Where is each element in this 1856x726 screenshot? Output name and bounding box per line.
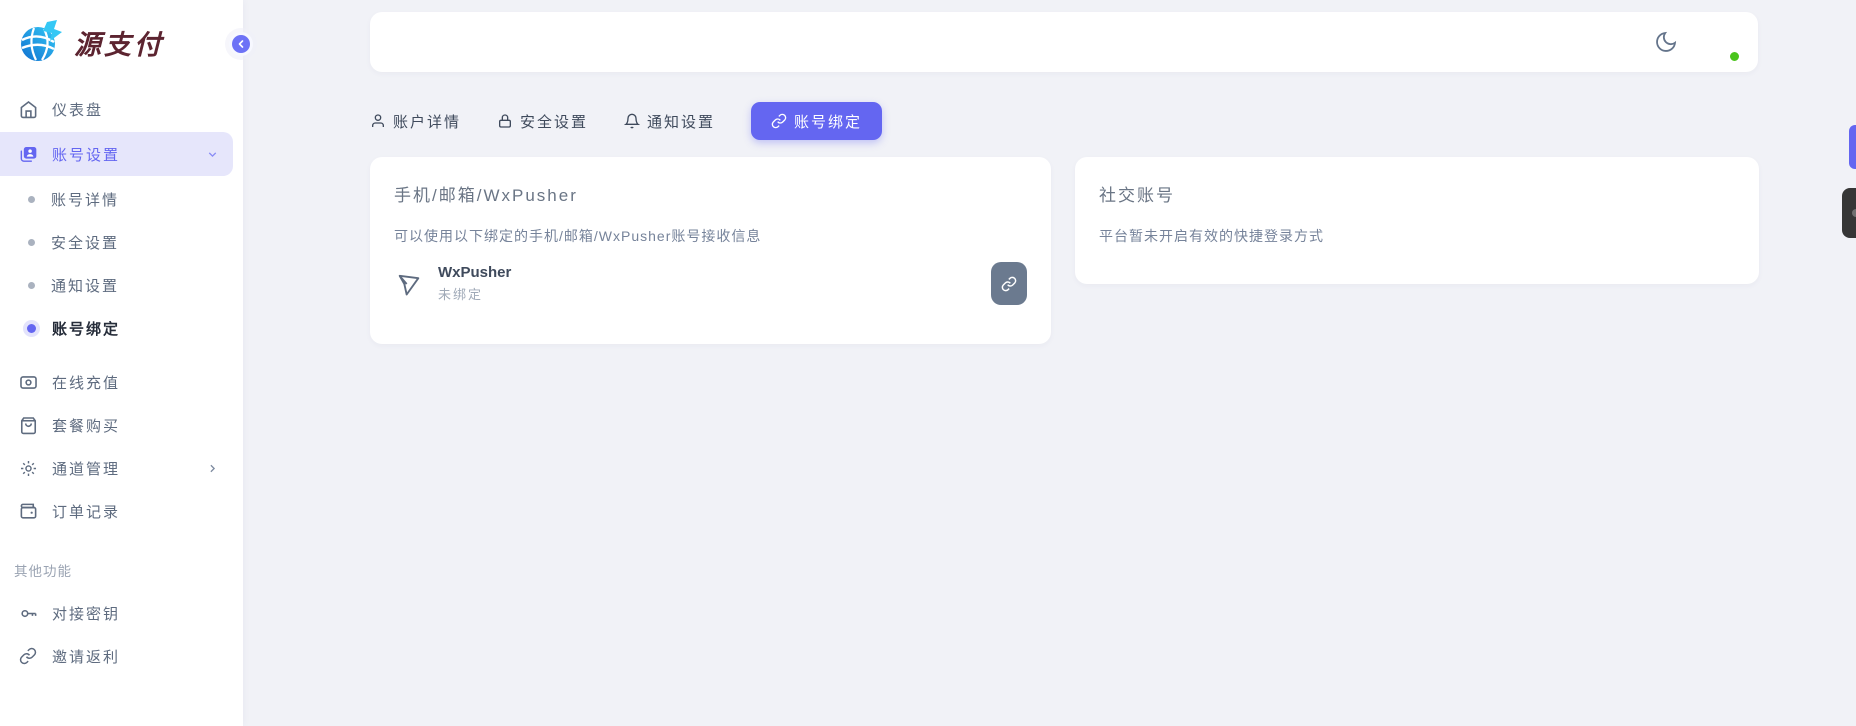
chevron-right-icon — [206, 462, 219, 475]
tab-label: 账户详情 — [393, 111, 461, 132]
wxpusher-bind-row: WxPusher 未绑定 — [394, 262, 1027, 305]
home-icon — [18, 99, 38, 119]
banknote-icon — [18, 372, 38, 392]
sidebar-item-account-binding[interactable]: 账号绑定 — [0, 308, 233, 348]
sidebar: 源支付 仪表盘 账号设置 账号详情 — [0, 0, 243, 726]
sidebar-item-invite-rebate[interactable]: 邀请返利 — [0, 636, 233, 676]
gear-icon — [18, 458, 38, 478]
sidebar-item-label: 账号绑定 — [52, 318, 120, 339]
sidebar-item-security-settings[interactable]: 安全设置 — [0, 222, 233, 262]
sidebar-item-account-settings[interactable]: 账号设置 — [0, 132, 233, 176]
tab-account-binding[interactable]: 账号绑定 — [751, 102, 882, 140]
globe-swoosh-logo-icon — [14, 16, 66, 68]
sidebar-item-label: 对接密钥 — [52, 603, 120, 624]
binding-card: 手机/邮箱/WxPusher 可以使用以下绑定的手机/邮箱/WxPusher账号… — [370, 157, 1051, 344]
brand-name: 源支付 — [74, 23, 164, 62]
sidebar-item-order-records[interactable]: 订单记录 — [0, 491, 233, 531]
tab-label: 安全设置 — [520, 111, 588, 132]
lock-icon — [497, 113, 513, 129]
sidebar-item-label: 订单记录 — [52, 501, 120, 522]
sidebar-item-label: 通道管理 — [52, 458, 120, 479]
user-icon — [370, 113, 386, 129]
link-icon — [1001, 276, 1017, 292]
sidebar-item-label: 账号设置 — [52, 144, 120, 165]
wxpusher-name: WxPusher — [438, 264, 511, 281]
binding-card-title: 手机/邮箱/WxPusher — [394, 181, 1027, 206]
wxpusher-logo-icon — [394, 269, 424, 299]
sidebar-item-channel-management[interactable]: 通道管理 — [0, 448, 233, 488]
tab-notification-settings[interactable]: 通知设置 — [624, 102, 715, 140]
sidebar-collapse-button[interactable] — [229, 32, 253, 56]
sidebar-item-api-keys[interactable]: 对接密钥 — [0, 593, 233, 633]
bullet-dot-icon — [28, 196, 35, 203]
chevron-left-icon — [235, 38, 247, 50]
social-card-description: 平台暂未开启有效的快捷登录方式 — [1099, 226, 1735, 246]
tab-label: 通知设置 — [647, 111, 715, 132]
shopping-bag-icon — [18, 415, 38, 435]
sidebar-item-notification-settings[interactable]: 通知设置 — [0, 265, 233, 305]
top-header-bar — [370, 12, 1758, 72]
bind-wxpusher-button[interactable] — [991, 262, 1027, 305]
settings-tabs: 账户详情 安全设置 通知设置 账号绑定 — [370, 102, 882, 140]
wxpusher-bind-status: 未绑定 — [438, 284, 511, 303]
tab-label: 账号绑定 — [794, 111, 862, 132]
bell-icon — [624, 113, 640, 129]
bullet-dot-icon — [28, 282, 35, 289]
sidebar-item-label: 在线充值 — [52, 372, 120, 393]
user-avatar[interactable] — [1700, 22, 1740, 62]
sidebar-item-label: 账号详情 — [51, 189, 119, 210]
bullet-dot-active-icon — [27, 324, 36, 333]
sidebar-item-label: 安全设置 — [51, 232, 119, 253]
gear-icon — [1852, 209, 1856, 217]
link-icon — [18, 646, 38, 666]
bullet-dot-icon — [28, 239, 35, 246]
chevron-down-icon — [206, 148, 219, 161]
sidebar-item-package-purchase[interactable]: 套餐购买 — [0, 405, 233, 445]
social-accounts-card: 社交账号 平台暂未开启有效的快捷登录方式 — [1075, 157, 1759, 284]
key-icon — [18, 603, 38, 623]
sidebar-nav: 仪表盘 账号设置 账号详情 安全设置 — [0, 82, 243, 676]
sidebar-item-label: 套餐购买 — [52, 415, 120, 436]
tab-account-details[interactable]: 账户详情 — [370, 102, 461, 140]
tab-security-settings[interactable]: 安全设置 — [497, 102, 588, 140]
wallet-icon — [18, 501, 38, 521]
active-menu-indicator — [1849, 125, 1856, 169]
sidebar-item-label: 通知设置 — [51, 275, 119, 296]
sidebar-item-account-details[interactable]: 账号详情 — [0, 179, 233, 219]
online-status-dot — [1728, 50, 1741, 63]
sidebar-item-dashboard[interactable]: 仪表盘 — [0, 89, 233, 129]
sidebar-section-label: 其他功能 — [0, 534, 243, 590]
sidebar-item-label: 仪表盘 — [52, 99, 103, 120]
moon-icon — [1654, 30, 1678, 54]
link-icon — [771, 113, 787, 129]
social-card-title: 社交账号 — [1099, 181, 1735, 206]
page-root: { "brand": { "name": "源支付", "logo_icon":… — [0, 0, 1856, 726]
sidebar-item-online-recharge[interactable]: 在线充值 — [0, 362, 233, 402]
dark-mode-toggle[interactable] — [1654, 30, 1678, 54]
binding-card-description: 可以使用以下绑定的手机/邮箱/WxPusher账号接收信息 — [394, 226, 1027, 246]
sidebar-item-label: 邀请返利 — [52, 646, 120, 667]
id-card-icon — [18, 144, 38, 164]
theme-settings-tab[interactable] — [1842, 188, 1856, 238]
brand-logo[interactable]: 源支付 — [0, 0, 243, 82]
